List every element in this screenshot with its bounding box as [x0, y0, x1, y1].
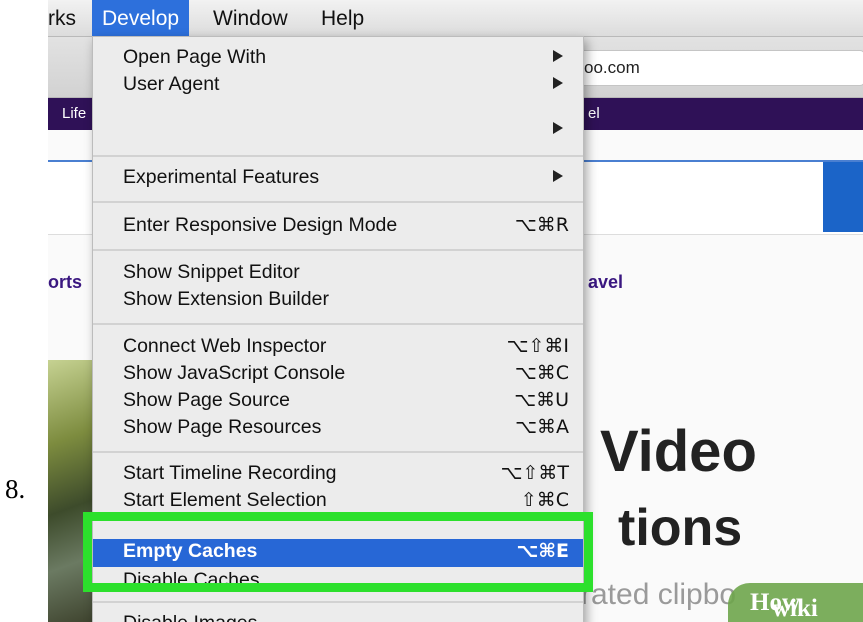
- menu-bookmarks[interactable]: rks: [48, 0, 76, 36]
- nav-link-travel[interactable]: avel: [588, 272, 623, 293]
- menu-item-shortcut: ⇧⌘C: [520, 489, 569, 511]
- menu-item-label: Experimental Features: [123, 166, 320, 188]
- menu-item-show-page-source[interactable]: Show Page Source ⌥⌘U: [93, 388, 583, 415]
- menu-separator: [93, 249, 583, 251]
- menu-item-start-timeline-recording[interactable]: Start Timeline Recording ⌥⇧⌘T: [93, 461, 583, 488]
- annotation-highlight-box: [83, 512, 593, 592]
- menu-item-label: User Agent: [123, 73, 220, 95]
- menu-item-start-element-selection[interactable]: Start Element Selection ⇧⌘C: [93, 488, 583, 515]
- menu-separator: [93, 155, 583, 157]
- menu-item-shortcut: ⌥⇧⌘I: [506, 335, 569, 357]
- address-bar-text: oo.com: [584, 58, 640, 77]
- menu-item-label: Show Page Source: [123, 389, 290, 411]
- menu-item-device[interactable]: [93, 117, 583, 144]
- menu-item-shortcut: ⌥⇧⌘T: [500, 462, 569, 484]
- menu-item-shortcut: ⌥⌘A: [515, 416, 569, 438]
- menu-item-label: Start Timeline Recording: [123, 462, 337, 484]
- menu-item-show-page-resources[interactable]: Show Page Resources ⌥⌘A: [93, 415, 583, 442]
- menu-item-show-javascript-console[interactable]: Show JavaScript Console ⌥⌘C: [93, 361, 583, 388]
- menu-separator: [93, 323, 583, 325]
- hero-heading-line1: Video: [600, 419, 757, 484]
- favorite-link-life[interactable]: Life: [62, 105, 86, 122]
- menu-item-user-agent[interactable]: User Agent: [93, 72, 583, 99]
- hero-subtext: rated clipbo: [581, 578, 737, 611]
- nav-link-sports[interactable]: orts: [48, 272, 82, 293]
- menu-separator: [93, 201, 583, 203]
- menu-item-disable-images[interactable]: Disable Images: [93, 611, 583, 622]
- submenu-arrow-icon: [553, 50, 563, 62]
- menu-separator: [93, 601, 583, 603]
- menu-item-label: Disable Images: [123, 612, 257, 622]
- menu-item-show-snippet-editor[interactable]: Show Snippet Editor: [93, 260, 583, 287]
- menu-window[interactable]: Window: [213, 0, 288, 36]
- hero-heading-line2: tions: [618, 499, 743, 557]
- menu-help[interactable]: Help: [321, 0, 364, 36]
- menu-item-label: Connect Web Inspector: [123, 335, 327, 357]
- watermark-text: wiki How: [750, 589, 818, 622]
- menu-item-responsive-design-mode[interactable]: Enter Responsive Design Mode ⌥⌘R: [93, 213, 583, 240]
- screenshot: oo.com Life el orts avel Video tions rat…: [48, 0, 863, 622]
- menu-separator: [93, 451, 583, 453]
- menu-item-open-page-with[interactable]: Open Page With: [93, 45, 583, 72]
- submenu-arrow-icon: [553, 170, 563, 182]
- menu-item-experimental-features[interactable]: Experimental Features: [93, 165, 583, 192]
- menu-item-label: Open Page With: [123, 46, 267, 68]
- menu-develop[interactable]: Develop: [92, 0, 190, 36]
- menu-item-shortcut: ⌥⌘C: [514, 362, 569, 384]
- favorite-link-travel[interactable]: el: [588, 105, 600, 122]
- menu-item-label: Enter Responsive Design Mode: [123, 214, 398, 236]
- menu-item-label: Start Element Selection: [123, 489, 327, 511]
- submenu-arrow-icon: [553, 77, 563, 89]
- menu-item-label: Show Snippet Editor: [123, 261, 300, 283]
- menu-item-connect-web-inspector[interactable]: Connect Web Inspector ⌥⇧⌘I: [93, 334, 583, 361]
- step-number: 8.: [5, 474, 26, 504]
- menu-bar: rks Develop Window Help: [48, 0, 863, 37]
- wikihow-watermark: wiki How: [728, 583, 863, 622]
- menu-item-label: Show Page Resources: [123, 416, 322, 438]
- submenu-arrow-icon: [553, 122, 563, 134]
- menu-item-label: Show Extension Builder: [123, 288, 329, 310]
- address-bar[interactable]: oo.com: [578, 50, 863, 86]
- menu-item-show-extension-builder[interactable]: Show Extension Builder: [93, 287, 583, 314]
- menu-item-label: Show JavaScript Console: [123, 362, 346, 384]
- menu-item-shortcut: ⌥⌘U: [514, 389, 569, 411]
- watermark-part1: wiki: [772, 595, 818, 622]
- page-blue-button[interactable]: [823, 162, 863, 232]
- menu-item-shortcut: ⌥⌘R: [514, 214, 569, 236]
